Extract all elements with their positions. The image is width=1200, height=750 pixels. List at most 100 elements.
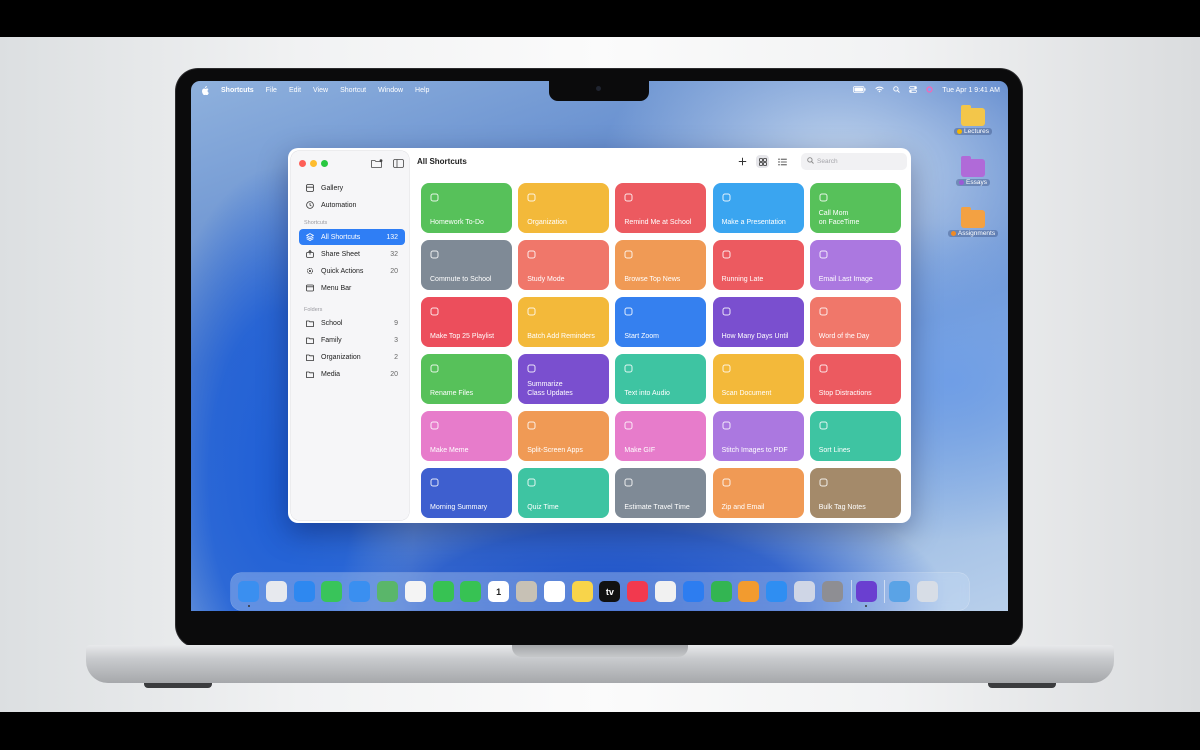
folder-icon: [961, 105, 985, 126]
dock-mail-icon[interactable]: [349, 581, 371, 602]
desktop-folder-essays[interactable]: Essays: [943, 156, 1003, 187]
menubar-clock[interactable]: Tue Apr 1 9:41 AM: [942, 87, 1000, 94]
shortcut-card[interactable]: Sort Lines: [809, 411, 901, 461]
sidebar-item-menu-bar[interactable]: Menu Bar: [299, 280, 405, 296]
dock-tv-icon[interactable]: tv: [599, 581, 621, 602]
shortcut-card[interactable]: Word of the Day: [809, 297, 901, 347]
shortcut-card[interactable]: Morning Summary: [421, 468, 512, 518]
grid-view-button[interactable]: [756, 155, 769, 168]
shortcut-card[interactable]: Rename Files: [421, 354, 512, 404]
list-view-button[interactable]: [776, 155, 789, 168]
sidebar-folder-organization[interactable]: Organization 2: [299, 349, 405, 365]
desktop-folder-lectures[interactable]: Lectures: [943, 105, 1003, 136]
menubar-icon: [306, 284, 314, 292]
menu-help[interactable]: Help: [415, 87, 429, 94]
dock-maps-icon[interactable]: [377, 581, 398, 602]
dock-finder-icon[interactable]: [238, 581, 259, 602]
shortcut-card[interactable]: Running Late: [712, 240, 804, 290]
sidebar-folder-media[interactable]: Media 20: [299, 366, 405, 382]
dock-keynote-icon[interactable]: [682, 581, 704, 602]
menu-file[interactable]: File: [266, 87, 277, 94]
control-center-icon[interactable]: [909, 86, 918, 95]
shortcut-card[interactable]: Stitch Images to PDF: [712, 411, 804, 461]
shortcut-label: Stitch Images to PDF: [721, 446, 788, 454]
shortcut-card[interactable]: Make Top 25 Playlist: [421, 297, 512, 347]
shortcut-card[interactable]: Email Last Image: [809, 240, 901, 290]
window-title: All Shortcuts: [417, 157, 467, 166]
sidebar-item-label: Organization: [321, 353, 361, 361]
sidebar-toggle-icon[interactable]: [393, 159, 404, 168]
shortcut-card[interactable]: Make Meme: [421, 411, 512, 461]
dock-photos-icon[interactable]: [404, 581, 426, 602]
minimize-button[interactable]: [310, 160, 317, 167]
shortcut-card[interactable]: Study Mode: [518, 240, 610, 290]
siri-icon[interactable]: [926, 86, 933, 95]
shortcut-card[interactable]: Batch Add Reminders: [518, 297, 610, 347]
dock-phone-icon[interactable]: [460, 581, 482, 602]
folder-icon: [306, 353, 314, 361]
sidebar-item-gallery[interactable]: Gallery: [299, 180, 405, 196]
menu-view[interactable]: View: [313, 87, 328, 94]
dock-iphone-mirroring-icon[interactable]: [794, 581, 815, 602]
shortcut-card[interactable]: How Many Days Until: [712, 297, 804, 347]
search-field[interactable]: [801, 153, 907, 170]
shortcut-card[interactable]: Split-Screen Apps: [518, 411, 610, 461]
dock-contacts-icon[interactable]: [516, 581, 537, 602]
menu-shortcut[interactable]: Shortcut: [340, 87, 366, 94]
shortcut-card[interactable]: Text into Audio: [615, 354, 707, 404]
close-button[interactable]: [299, 160, 306, 167]
sidebar-folder-school[interactable]: School 9: [299, 315, 405, 331]
add-shortcut-button[interactable]: [736, 155, 749, 168]
dock-notes-icon[interactable]: [571, 581, 593, 602]
folder-icon: [306, 319, 314, 327]
sidebar-item-share-sheet[interactable]: Share Sheet 32: [299, 246, 405, 262]
sidebar-item-automation[interactable]: Automation: [299, 197, 405, 213]
dock-messages-icon[interactable]: [321, 581, 343, 602]
dock-system-settings-icon[interactable]: [821, 581, 843, 602]
dock-safari-icon[interactable]: [293, 581, 315, 602]
shortcut-card[interactable]: Scan Document: [712, 354, 804, 404]
shortcut-card[interactable]: Remind Me at School: [615, 183, 707, 233]
dock-app-store-icon[interactable]: [766, 581, 788, 602]
gallery-icon: [306, 184, 314, 192]
search-input[interactable]: [817, 158, 897, 165]
dock-trash-icon[interactable]: [917, 581, 939, 602]
spotlight-icon[interactable]: [893, 86, 901, 95]
battery-icon[interactable]: [853, 86, 866, 95]
menu-app-name[interactable]: Shortcuts: [221, 87, 254, 94]
shortcut-card[interactable]: Summarize Class Updates: [518, 354, 610, 404]
shortcut-card[interactable]: Make a Presentation: [712, 183, 804, 233]
shortcut-card[interactable]: Homework To-Do: [421, 183, 512, 233]
menu-window[interactable]: Window: [378, 87, 403, 94]
shortcut-card[interactable]: Stop Distractions: [809, 354, 901, 404]
shortcut-card[interactable]: Estimate Travel Time: [615, 468, 707, 518]
shortcut-card[interactable]: Browse Top News: [615, 240, 707, 290]
shortcut-card[interactable]: Start Zoom: [615, 297, 707, 347]
shortcut-card[interactable]: Bulk Tag Notes: [809, 468, 901, 518]
wifi-icon[interactable]: [875, 86, 884, 95]
dock-launchpad-icon[interactable]: [265, 581, 287, 602]
shortcut-card[interactable]: Commute to School: [421, 240, 512, 290]
dock-pages-icon[interactable]: [738, 581, 760, 602]
dock-facetime-icon[interactable]: [432, 581, 454, 602]
sidebar-item-all-shortcuts[interactable]: All Shortcuts 132: [299, 229, 405, 245]
dock-downloads-icon[interactable]: [889, 581, 911, 602]
sidebar-item-quick-actions[interactable]: Quick Actions 20: [299, 263, 405, 279]
menu-edit[interactable]: Edit: [289, 87, 301, 94]
shortcut-card[interactable]: Zip and Email: [712, 468, 804, 518]
dock-numbers-icon[interactable]: [710, 581, 732, 602]
shortcut-card[interactable]: Call Mom on FaceTime: [809, 183, 901, 233]
dock-calendar-icon[interactable]: 1: [488, 581, 510, 602]
dock-reminders-icon[interactable]: [543, 581, 565, 602]
dock-music-icon[interactable]: [627, 581, 649, 602]
apple-menu-icon[interactable]: [201, 86, 209, 95]
new-folder-icon[interactable]: [371, 159, 383, 168]
sidebar-folder-family[interactable]: Family 3: [299, 332, 405, 348]
desktop-folder-assignments[interactable]: Assignments: [943, 207, 1003, 238]
zoom-button[interactable]: [321, 160, 328, 167]
shortcut-card[interactable]: Organization: [518, 183, 610, 233]
shortcut-card[interactable]: Quiz Time: [518, 468, 610, 518]
dock-news-icon[interactable]: [655, 581, 676, 602]
shortcut-card[interactable]: Make GIF: [615, 411, 707, 461]
dock-shortcuts-icon[interactable]: [855, 581, 877, 602]
